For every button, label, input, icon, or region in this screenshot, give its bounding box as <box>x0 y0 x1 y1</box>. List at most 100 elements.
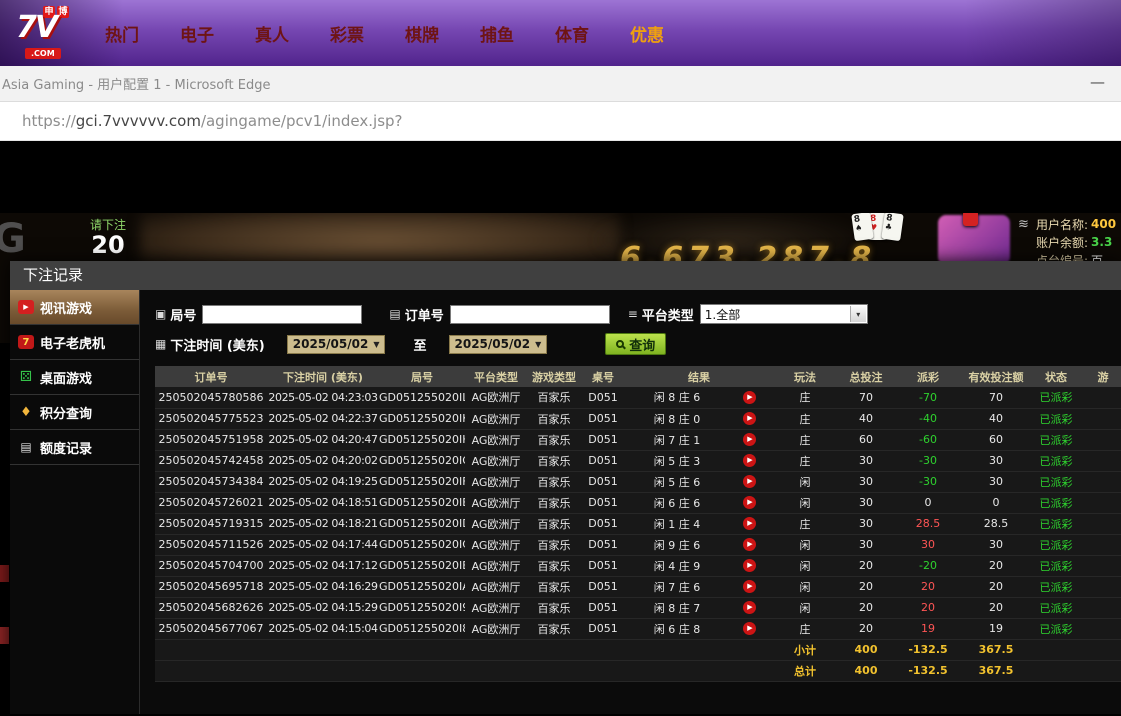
search-button[interactable]: 查询 <box>605 333 666 355</box>
round-number-label: ▣ 局号 <box>155 305 196 324</box>
replay-button[interactable]: ▶ <box>743 601 756 614</box>
cell-table-no: D051 <box>581 408 625 429</box>
replay-button[interactable]: ▶ <box>743 475 756 488</box>
cell-play: 闲 <box>773 597 837 618</box>
replay-button[interactable]: ▶ <box>743 538 756 551</box>
summary-extra <box>1081 660 1121 681</box>
cell-time: 2025-05-02 04:20:47 <box>267 429 379 450</box>
url-text[interactable]: https://gci.7vvvvvv.com/agingame/pcv1/in… <box>0 112 403 130</box>
replay-button[interactable]: ▶ <box>743 412 756 425</box>
playing-card: 8♣ <box>881 213 904 241</box>
cell-order: 250502045677067 <box>155 618 267 639</box>
result-score: 闲 7 庄 1 <box>625 432 729 448</box>
result-content: 闲 7 庄 6▶ <box>625 579 773 595</box>
table-row: 2505020456826262025-05-02 04:15:29GD0512… <box>155 597 1121 618</box>
result-score: 闲 8 庄 0 <box>625 411 729 427</box>
cell-round: GD051255020IF <box>379 471 465 492</box>
cell-play: 闲 <box>773 471 837 492</box>
cell-time: 2025-05-02 04:18:51 <box>267 492 379 513</box>
url-path: /agingame/pcv1/index.jsp? <box>201 112 403 130</box>
summary-valid-bet: 367.5 <box>961 660 1031 681</box>
date-to-select[interactable]: 2025/05/02 ▼ <box>449 335 548 354</box>
date-from-select[interactable]: 2025/05/02 ▼ <box>287 335 386 354</box>
cell-valid-bet: 20 <box>961 555 1031 576</box>
replay-button[interactable]: ▶ <box>743 622 756 635</box>
minimize-button[interactable]: — <box>1090 73 1105 91</box>
nav-item-3[interactable]: 真人 <box>254 21 290 46</box>
summary-payout: -132.5 <box>895 639 961 660</box>
cell-round: GD051255020IE <box>379 492 465 513</box>
cell-valid-bet: 70 <box>961 387 1031 408</box>
platform-type-label: ≡ 平台类型 <box>628 305 694 324</box>
nav-item-1[interactable]: 热门 <box>104 21 140 46</box>
sidebar-item-label: 视讯游戏 <box>40 298 92 317</box>
cell-payout: -40 <box>895 408 961 429</box>
cell-total-bet: 20 <box>837 597 895 618</box>
credit-records-icon: ▤ <box>18 440 34 454</box>
cell-play: 闲 <box>773 534 837 555</box>
cell-payout: 28.5 <box>895 513 961 534</box>
summary-valid-bet: 367.5 <box>961 639 1031 660</box>
nav-item-8[interactable]: 优惠 <box>629 21 665 46</box>
cell-total-bet: 30 <box>837 471 895 492</box>
cell-total-bet: 30 <box>837 534 895 555</box>
cell-valid-bet: 0 <box>961 492 1031 513</box>
result-content: 闲 1 庄 4▶ <box>625 516 773 532</box>
replay-button[interactable]: ▶ <box>743 454 756 467</box>
subtotal-row: 小计400-132.5367.5 <box>155 639 1121 660</box>
platform-select[interactable]: 1.全部 ▾ <box>700 304 868 324</box>
bet-time-label: ▦ 下注时间 (美东) <box>155 335 265 354</box>
sidebar-item[interactable]: ▶视讯游戏 <box>10 290 139 325</box>
cell-status: 已派彩 <box>1031 387 1081 408</box>
summary-payout: -132.5 <box>895 660 961 681</box>
sidebar-item[interactable]: ⚄桌面游戏 <box>10 360 139 395</box>
site-logo[interactable]: 申 博 7V .COM <box>16 6 90 60</box>
table-row: 2505020456957182025-05-02 04:16:29GD0512… <box>155 576 1121 597</box>
cell-valid-bet: 20 <box>961 597 1031 618</box>
cell-extra <box>1081 555 1121 576</box>
result-content: 闲 8 庄 6 ▶ <box>625 389 773 405</box>
order-number-input[interactable] <box>450 305 610 324</box>
summary-status <box>1031 660 1081 681</box>
replay-button[interactable]: ▶ <box>743 559 756 572</box>
nav-item-5[interactable]: 棋牌 <box>404 21 440 46</box>
cell-total-bet: 20 <box>837 576 895 597</box>
replay-button[interactable]: ▶ <box>743 496 756 509</box>
cell-order: 250502045780586 <box>155 387 267 408</box>
url-scheme: https:// <box>22 112 76 130</box>
replay-button[interactable]: ▶ <box>743 580 756 593</box>
sidebar-item[interactable]: ♦积分查询 <box>10 395 139 430</box>
cell-game-type: 百家乐 <box>527 576 581 597</box>
search-icon <box>616 340 624 348</box>
cell-platform: AG欧洲厅 <box>465 555 527 576</box>
sidebar-item[interactable]: ▤额度记录 <box>10 430 139 465</box>
replay-button[interactable]: ▶ <box>743 391 756 404</box>
nav-item-6[interactable]: 捕鱼 <box>479 21 515 46</box>
result-content: 闲 5 庄 6▶ <box>625 474 773 490</box>
filter-row-2: ▦ 下注时间 (美东) 2025/05/02 ▼ 至 2025/05/02 ▼ <box>155 332 1121 356</box>
bet-table-wrap: 订单号下注时间 (美东)局号平台类型游戏类型桌号结果玩法总投注派彩有效投注额状态… <box>155 366 1121 682</box>
cell-game-type: 百家乐 <box>527 408 581 429</box>
nav-item-2[interactable]: 电子 <box>179 21 215 46</box>
round-number-input[interactable] <box>202 305 362 324</box>
cell-payout: -30 <box>895 450 961 471</box>
nav-item-4[interactable]: 彩票 <box>329 21 365 46</box>
cell-platform: AG欧洲厅 <box>465 576 527 597</box>
replay-button[interactable]: ▶ <box>743 517 756 530</box>
cell-platform: AG欧洲厅 <box>465 513 527 534</box>
replay-button[interactable]: ▶ <box>743 433 756 446</box>
page-content: G 请下注 20 8♠8♥8♣ 6,673,287.8 ≋用户名称:400账户余… <box>0 141 1121 714</box>
result-content: 闲 8 庄 0 ▶ <box>625 411 773 427</box>
result-score: 闲 9 庄 6 <box>625 537 729 553</box>
cell-result: 闲 6 庄 6▶ <box>625 492 773 513</box>
result-score: 闲 8 庄 6 <box>625 389 729 405</box>
nav-item-7[interactable]: 体育 <box>554 21 590 46</box>
modal-sidebar: ▶视讯游戏7电子老虎机⚄桌面游戏♦积分查询▤额度记录 <box>10 290 140 714</box>
cell-game-type: 百家乐 <box>527 387 581 408</box>
cell-game-type: 百家乐 <box>527 492 581 513</box>
sidebar-item[interactable]: 7电子老虎机 <box>10 325 139 360</box>
cell-payout: 19 <box>895 618 961 639</box>
cell-extra <box>1081 618 1121 639</box>
cell-total-bet: 30 <box>837 513 895 534</box>
cell-order: 250502045704700 <box>155 555 267 576</box>
